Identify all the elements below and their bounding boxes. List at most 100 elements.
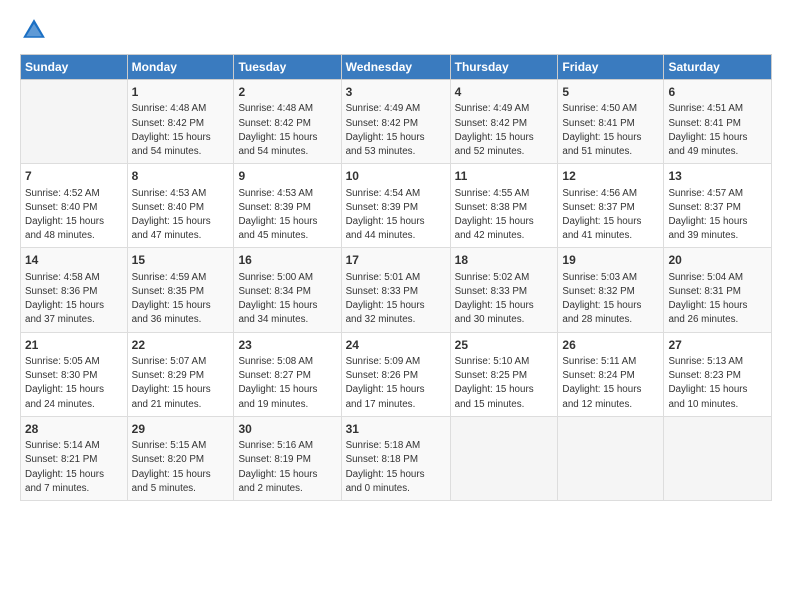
day-info: Sunrise: 5:08 AM Sunset: 8:27 PM Dayligh…: [238, 355, 336, 412]
day-number: 23: [238, 337, 336, 354]
calendar-cell: 28Sunrise: 5:14 AM Sunset: 8:21 PM Dayli…: [21, 416, 128, 500]
day-info: Sunrise: 5:13 AM Sunset: 8:23 PM Dayligh…: [668, 355, 767, 412]
calendar-cell: 7 Sunrise: 4:52 AM Sunset: 8:40 PM Daylig…: [21, 164, 128, 248]
calendar-cell: 16Sunrise: 5:00 AM Sunset: 8:34 PM Dayli…: [234, 248, 341, 332]
day-number: 10: [346, 168, 446, 185]
day-number: 8: [132, 168, 230, 185]
page: SundayMondayTuesdayWednesdayThursdayFrid…: [0, 0, 792, 511]
day-info: Sunrise: 4:53 AM Sunset: 8:39 PM Dayligh…: [238, 187, 336, 244]
calendar-cell: 9 Sunrise: 4:53 AM Sunset: 8:39 PM Daylig…: [234, 164, 341, 248]
calendar-cell: 2Sunrise: 4:48 AM Sunset: 8:42 PM Daylig…: [234, 80, 341, 164]
calendar-cell: 27Sunrise: 5:13 AM Sunset: 8:23 PM Dayli…: [664, 332, 772, 416]
header-day-saturday: Saturday: [664, 55, 772, 80]
day-number: 13: [668, 168, 767, 185]
day-info: Sunrise: 4:48 AM Sunset: 8:42 PM Dayligh…: [238, 102, 336, 159]
day-info: Sunrise: 5:16 AM Sunset: 8:19 PM Dayligh…: [238, 439, 336, 496]
day-number: 15: [132, 252, 230, 269]
day-number: 6: [668, 84, 767, 101]
calendar-cell: [664, 416, 772, 500]
day-info: Sunrise: 5:14 AM Sunset: 8:21 PM Dayligh…: [25, 439, 123, 496]
day-number: 30: [238, 421, 336, 438]
header-day-friday: Friday: [558, 55, 664, 80]
day-info: Sunrise: 5:04 AM Sunset: 8:31 PM Dayligh…: [668, 271, 767, 328]
day-info: Sunrise: 4:53 AM Sunset: 8:40 PM Dayligh…: [132, 187, 230, 244]
day-info: Sunrise: 4:54 AM Sunset: 8:39 PM Dayligh…: [346, 187, 446, 244]
day-number: 29: [132, 421, 230, 438]
day-number: 4: [455, 84, 554, 101]
calendar-cell: 24Sunrise: 5:09 AM Sunset: 8:26 PM Dayli…: [341, 332, 450, 416]
calendar-cell: 26Sunrise: 5:11 AM Sunset: 8:24 PM Dayli…: [558, 332, 664, 416]
calendar-cell: 25Sunrise: 5:10 AM Sunset: 8:25 PM Dayli…: [450, 332, 558, 416]
day-number: 2: [238, 84, 336, 101]
week-row-2: 14Sunrise: 4:58 AM Sunset: 8:36 PM Dayli…: [21, 248, 772, 332]
header-day-monday: Monday: [127, 55, 234, 80]
calendar-cell: 29Sunrise: 5:15 AM Sunset: 8:20 PM Dayli…: [127, 416, 234, 500]
day-number: 19: [562, 252, 659, 269]
day-number: 26: [562, 337, 659, 354]
week-row-1: 7 Sunrise: 4:52 AM Sunset: 8:40 PM Daylig…: [21, 164, 772, 248]
day-info: Sunrise: 5:10 AM Sunset: 8:25 PM Dayligh…: [455, 355, 554, 412]
day-info: Sunrise: 4:48 AM Sunset: 8:42 PM Dayligh…: [132, 102, 230, 159]
calendar-cell: 10 Sunrise: 4:54 AM Sunset: 8:39 PM Dayli…: [341, 164, 450, 248]
day-number: 20: [668, 252, 767, 269]
week-row-3: 21Sunrise: 5:05 AM Sunset: 8:30 PM Dayli…: [21, 332, 772, 416]
day-info: Sunrise: 4:52 AM Sunset: 8:40 PM Dayligh…: [25, 187, 123, 244]
calendar-cell: 31Sunrise: 5:18 AM Sunset: 8:18 PM Dayli…: [341, 416, 450, 500]
day-info: Sunrise: 4:57 AM Sunset: 8:37 PM Dayligh…: [668, 187, 767, 244]
day-number: 9: [238, 168, 336, 185]
calendar-cell: 6Sunrise: 4:51 AM Sunset: 8:41 PM Daylig…: [664, 80, 772, 164]
day-info: Sunrise: 5:09 AM Sunset: 8:26 PM Dayligh…: [346, 355, 446, 412]
calendar-cell: 13 Sunrise: 4:57 AM Sunset: 8:37 PM Dayli…: [664, 164, 772, 248]
day-number: 16: [238, 252, 336, 269]
calendar-cell: 15 Sunrise: 4:59 AM Sunset: 8:35 PM Dayli…: [127, 248, 234, 332]
calendar-cell: 14Sunrise: 4:58 AM Sunset: 8:36 PM Dayli…: [21, 248, 128, 332]
header-day-sunday: Sunday: [21, 55, 128, 80]
calendar-cell: 20 Sunrise: 5:04 AM Sunset: 8:31 PM Dayli…: [664, 248, 772, 332]
day-info: Sunrise: 4:55 AM Sunset: 8:38 PM Dayligh…: [455, 187, 554, 244]
day-info: Sunrise: 4:51 AM Sunset: 8:41 PM Dayligh…: [668, 102, 767, 159]
calendar-cell: 8 Sunrise: 4:53 AM Sunset: 8:40 PM Daylig…: [127, 164, 234, 248]
header-day-thursday: Thursday: [450, 55, 558, 80]
day-number: 5: [562, 84, 659, 101]
day-info: Sunrise: 4:50 AM Sunset: 8:41 PM Dayligh…: [562, 102, 659, 159]
day-info: Sunrise: 4:49 AM Sunset: 8:42 PM Dayligh…: [346, 102, 446, 159]
calendar-cell: 22Sunrise: 5:07 AM Sunset: 8:29 PM Dayli…: [127, 332, 234, 416]
calendar-table: SundayMondayTuesdayWednesdayThursdayFrid…: [20, 54, 772, 501]
calendar-cell: 4Sunrise: 4:49 AM Sunset: 8:42 PM Daylig…: [450, 80, 558, 164]
header-row: SundayMondayTuesdayWednesdayThursdayFrid…: [21, 55, 772, 80]
day-info: Sunrise: 4:59 AM Sunset: 8:35 PM Dayligh…: [132, 271, 230, 328]
day-info: Sunrise: 5:01 AM Sunset: 8:33 PM Dayligh…: [346, 271, 446, 328]
day-info: Sunrise: 5:05 AM Sunset: 8:30 PM Dayligh…: [25, 355, 123, 412]
calendar-cell: 18 Sunrise: 5:02 AM Sunset: 8:33 PM Dayli…: [450, 248, 558, 332]
day-number: 25: [455, 337, 554, 354]
day-info: Sunrise: 5:02 AM Sunset: 8:33 PM Dayligh…: [455, 271, 554, 328]
day-number: 24: [346, 337, 446, 354]
day-info: Sunrise: 4:49 AM Sunset: 8:42 PM Dayligh…: [455, 102, 554, 159]
calendar-cell: 23Sunrise: 5:08 AM Sunset: 8:27 PM Dayli…: [234, 332, 341, 416]
day-number: 11: [455, 168, 554, 185]
calendar-cell: 3Sunrise: 4:49 AM Sunset: 8:42 PM Daylig…: [341, 80, 450, 164]
day-info: Sunrise: 4:58 AM Sunset: 8:36 PM Dayligh…: [25, 271, 123, 328]
header-day-wednesday: Wednesday: [341, 55, 450, 80]
day-number: 7: [25, 168, 123, 185]
day-info: Sunrise: 5:15 AM Sunset: 8:20 PM Dayligh…: [132, 439, 230, 496]
calendar-cell: [558, 416, 664, 500]
week-row-0: 1Sunrise: 4:48 AM Sunset: 8:42 PM Daylig…: [21, 80, 772, 164]
calendar-cell: 30Sunrise: 5:16 AM Sunset: 8:19 PM Dayli…: [234, 416, 341, 500]
calendar-cell: 17Sunrise: 5:01 AM Sunset: 8:33 PM Dayli…: [341, 248, 450, 332]
day-number: 1: [132, 84, 230, 101]
week-row-4: 28Sunrise: 5:14 AM Sunset: 8:21 PM Dayli…: [21, 416, 772, 500]
calendar-cell: 5Sunrise: 4:50 AM Sunset: 8:41 PM Daylig…: [558, 80, 664, 164]
calendar-cell: 19Sunrise: 5:03 AM Sunset: 8:32 PM Dayli…: [558, 248, 664, 332]
calendar-cell: 12Sunrise: 4:56 AM Sunset: 8:37 PM Dayli…: [558, 164, 664, 248]
day-number: 12: [562, 168, 659, 185]
day-number: 18: [455, 252, 554, 269]
calendar-cell: [21, 80, 128, 164]
day-number: 3: [346, 84, 446, 101]
header: [20, 16, 772, 44]
header-day-tuesday: Tuesday: [234, 55, 341, 80]
calendar-cell: 1Sunrise: 4:48 AM Sunset: 8:42 PM Daylig…: [127, 80, 234, 164]
calendar-cell: [450, 416, 558, 500]
day-number: 31: [346, 421, 446, 438]
day-info: Sunrise: 5:18 AM Sunset: 8:18 PM Dayligh…: [346, 439, 446, 496]
